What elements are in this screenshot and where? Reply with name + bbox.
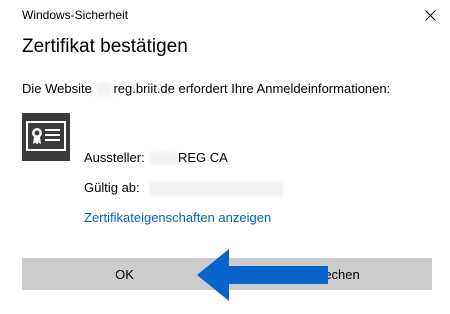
close-icon <box>425 10 436 21</box>
title-bar: Windows-Sicherheit <box>0 0 450 32</box>
website-message: Die Website reg.briit.de erfordert Ihre … <box>22 81 391 97</box>
certificate-icon <box>22 113 70 161</box>
issuer-name: REG CA <box>178 150 228 165</box>
message-suffix: reg.briit.de erfordert Ihre Anmeldeinfor… <box>113 81 391 96</box>
close-button[interactable] <box>418 4 444 28</box>
security-dialog: Windows-Sicherheit Zertifikat bestätigen… <box>0 0 450 314</box>
certificate-details-link[interactable]: Zertifikateigenschaften anzeigen <box>84 210 271 225</box>
redacted-valid-from-date <box>150 181 283 196</box>
redacted-issuer-prefix <box>150 152 178 166</box>
window-title: Windows-Sicherheit <box>22 8 129 22</box>
valid-from-value <box>150 180 283 196</box>
valid-from-label: Gültig ab: <box>84 180 140 195</box>
message-prefix: Die Website <box>22 81 92 96</box>
dialog-heading: Zertifikat bestätigen <box>22 36 188 57</box>
issuer-label: Aussteller: <box>84 150 145 165</box>
left-arrow-annotation-icon <box>197 249 328 301</box>
redacted-subdomain <box>96 83 113 97</box>
issuer-value: REG CA <box>150 150 228 166</box>
